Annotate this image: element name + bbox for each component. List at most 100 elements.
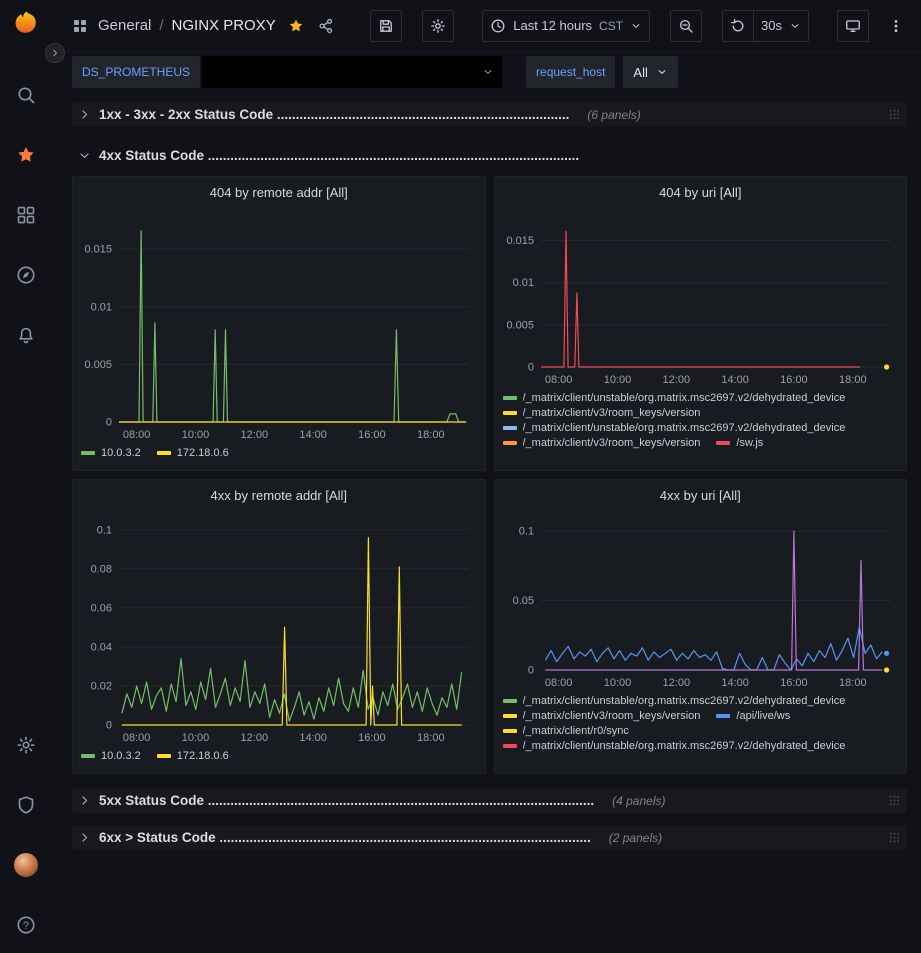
row-drag-handle-icon[interactable] (888, 794, 901, 807)
svg-text:0.05: 0.05 (512, 595, 533, 607)
svg-text:18:00: 18:00 (839, 677, 867, 689)
time-range-picker[interactable]: Last 12 hours CST (482, 10, 650, 42)
sidebar-server-admin-button[interactable] (10, 789, 42, 821)
legend-label: 10.0.3.2 (101, 447, 141, 459)
legend-label: /_matrix/client/v3/room_keys/version (523, 710, 701, 722)
legend-item[interactable]: /_matrix/client/v3/room_keys/version (503, 437, 701, 449)
legend-item[interactable]: /_matrix/client/unstable/org.matrix.msc2… (503, 740, 846, 752)
row-5xx[interactable]: 5xx Status Code ........................… (72, 788, 907, 813)
svg-text:?: ? (23, 920, 29, 932)
chevron-down-icon (78, 149, 91, 162)
panel-title[interactable]: 404 by uri [All] (495, 177, 907, 207)
svg-text:16:00: 16:00 (780, 374, 808, 386)
row-6xx[interactable]: 6xx > Status Code ......................… (72, 825, 907, 850)
row-title: 5xx Status Code ........................… (99, 793, 594, 808)
grafana-logo-icon[interactable] (13, 10, 40, 37)
favorite-star-icon[interactable] (288, 18, 304, 34)
request-host-variable-label[interactable]: request_host (526, 56, 615, 88)
svg-text:0.1: 0.1 (518, 526, 533, 538)
refresh-button[interactable] (722, 10, 754, 42)
breadcrumb-section[interactable]: General (98, 17, 151, 34)
panel-title[interactable]: 404 by remote addr [All] (73, 177, 485, 207)
svg-text:18:00: 18:00 (417, 732, 445, 744)
panel-legend: 10.0.3.2 172.18.0.6 (73, 747, 485, 773)
legend-label: /api/live/ws (736, 710, 790, 722)
time-series-chart[interactable]: 00.0050.010.01508:0010:0012:0014:0016:00… (79, 207, 479, 444)
gear-icon (430, 18, 446, 34)
row-drag-handle-icon[interactable] (888, 108, 901, 121)
share-icon[interactable] (318, 18, 334, 34)
sidebar-profile-button[interactable] (10, 849, 42, 881)
breadcrumb-divider: / (159, 17, 163, 34)
row-drag-handle-icon[interactable] (888, 831, 901, 844)
row-1xx-3xx-2xx[interactable]: 1xx - 3xx - 2xx Status Code ............… (72, 102, 907, 127)
legend-item[interactable]: 10.0.3.2 (81, 750, 141, 762)
legend-swatch (503, 396, 517, 400)
save-dashboard-button[interactable] (370, 10, 402, 42)
legend-item[interactable]: /_matrix/client/r0/sync (503, 725, 629, 737)
legend-swatch (716, 714, 730, 718)
legend-item[interactable]: /api/live/ws (716, 710, 790, 722)
sidebar-alerting-button[interactable] (10, 319, 42, 351)
legend-item[interactable]: /_matrix/client/unstable/org.matrix.msc2… (503, 392, 846, 404)
kebab-menu-button[interactable] (885, 10, 907, 42)
legend-item[interactable]: /sw.js (716, 437, 763, 449)
legend-item[interactable]: 172.18.0.6 (157, 750, 229, 762)
panel-grid: 404 by remote addr [All] 00.0050.010.015… (72, 176, 907, 774)
dashboard-settings-button[interactable] (422, 10, 454, 42)
datasource-variable-picker[interactable] (202, 56, 502, 88)
svg-text:0.005: 0.005 (506, 319, 534, 331)
sidebar-search-button[interactable] (10, 79, 42, 111)
legend-item[interactable]: /_matrix/client/unstable/org.matrix.msc2… (503, 422, 846, 434)
time-series-chart[interactable]: 00.0050.010.01508:0010:0012:0014:0016:00… (501, 207, 901, 389)
legend-swatch (503, 744, 517, 748)
refresh-interval-dropdown[interactable]: 30s (754, 10, 809, 42)
kebab-icon (888, 18, 904, 34)
legend-label: /_matrix/client/unstable/org.matrix.msc2… (523, 422, 846, 434)
svg-text:08:00: 08:00 (544, 374, 572, 386)
datasource-variable-label[interactable]: DS_PROMETHEUS (72, 56, 200, 88)
apps-grid-icon (72, 18, 88, 34)
svg-text:12:00: 12:00 (662, 677, 690, 689)
request-host-variable-picker[interactable]: All (623, 56, 677, 88)
time-series-chart[interactable]: 00.050.108:0010:0012:0014:0016:0018:00 (501, 510, 901, 692)
sidebar-explore-button[interactable] (10, 259, 42, 291)
legend-item[interactable]: 10.0.3.2 (81, 447, 141, 459)
svg-text:14:00: 14:00 (299, 732, 327, 744)
main-area: General / NGINX PROXY Last 12 hours (52, 0, 921, 953)
svg-text:10:00: 10:00 (182, 732, 210, 744)
panel-title[interactable]: 4xx by remote addr [All] (73, 480, 485, 510)
zoom-out-button[interactable] (670, 10, 702, 42)
svg-text:0.015: 0.015 (84, 244, 112, 256)
search-icon (16, 85, 36, 105)
svg-text:0.04: 0.04 (91, 641, 112, 653)
svg-text:12:00: 12:00 (241, 429, 269, 441)
save-icon (378, 18, 394, 34)
legend-item[interactable]: /_matrix/client/v3/room_keys/version (503, 710, 701, 722)
refresh-interval-value: 30s (761, 18, 782, 33)
panel-legend: /_matrix/client/unstable/org.matrix.msc2… (495, 389, 907, 470)
row-4xx[interactable]: 4xx Status Code ........................… (72, 143, 907, 168)
legend-item[interactable]: /_matrix/client/v3/room_keys/version (503, 407, 701, 419)
sidebar-starred-button[interactable] (10, 139, 42, 171)
sidebar-dashboards-button[interactable] (10, 199, 42, 231)
panel-legend: 10.0.3.2 172.18.0.6 (73, 444, 485, 470)
legend-item[interactable]: 172.18.0.6 (157, 447, 229, 459)
row-title: 4xx Status Code ........................… (99, 148, 579, 163)
chevron-right-icon (50, 48, 60, 58)
legend-label: /_matrix/client/unstable/org.matrix.msc2… (523, 392, 846, 404)
top-nav: General / NGINX PROXY Last 12 hours (52, 0, 921, 52)
legend-item[interactable]: /_matrix/client/unstable/org.matrix.msc2… (503, 695, 846, 707)
time-series-chart[interactable]: 00.020.040.060.080.108:0010:0012:0014:00… (79, 510, 479, 747)
sidebar-configuration-button[interactable] (10, 729, 42, 761)
chevron-down-icon (482, 66, 494, 78)
dashboard-title[interactable]: NGINX PROXY (172, 17, 276, 34)
legend-swatch (503, 441, 517, 445)
panel-4xx-by-uri: 4xx by uri [All] 00.050.108:0010:0012:00… (494, 479, 908, 774)
time-range-label: Last 12 hours (513, 18, 592, 33)
row-panel-count: (6 panels) (587, 108, 640, 122)
sidebar-help-button[interactable]: ? (10, 909, 42, 941)
panel-title[interactable]: 4xx by uri [All] (495, 480, 907, 510)
sidebar-expand-button[interactable] (45, 43, 65, 63)
tv-mode-button[interactable] (837, 10, 869, 42)
